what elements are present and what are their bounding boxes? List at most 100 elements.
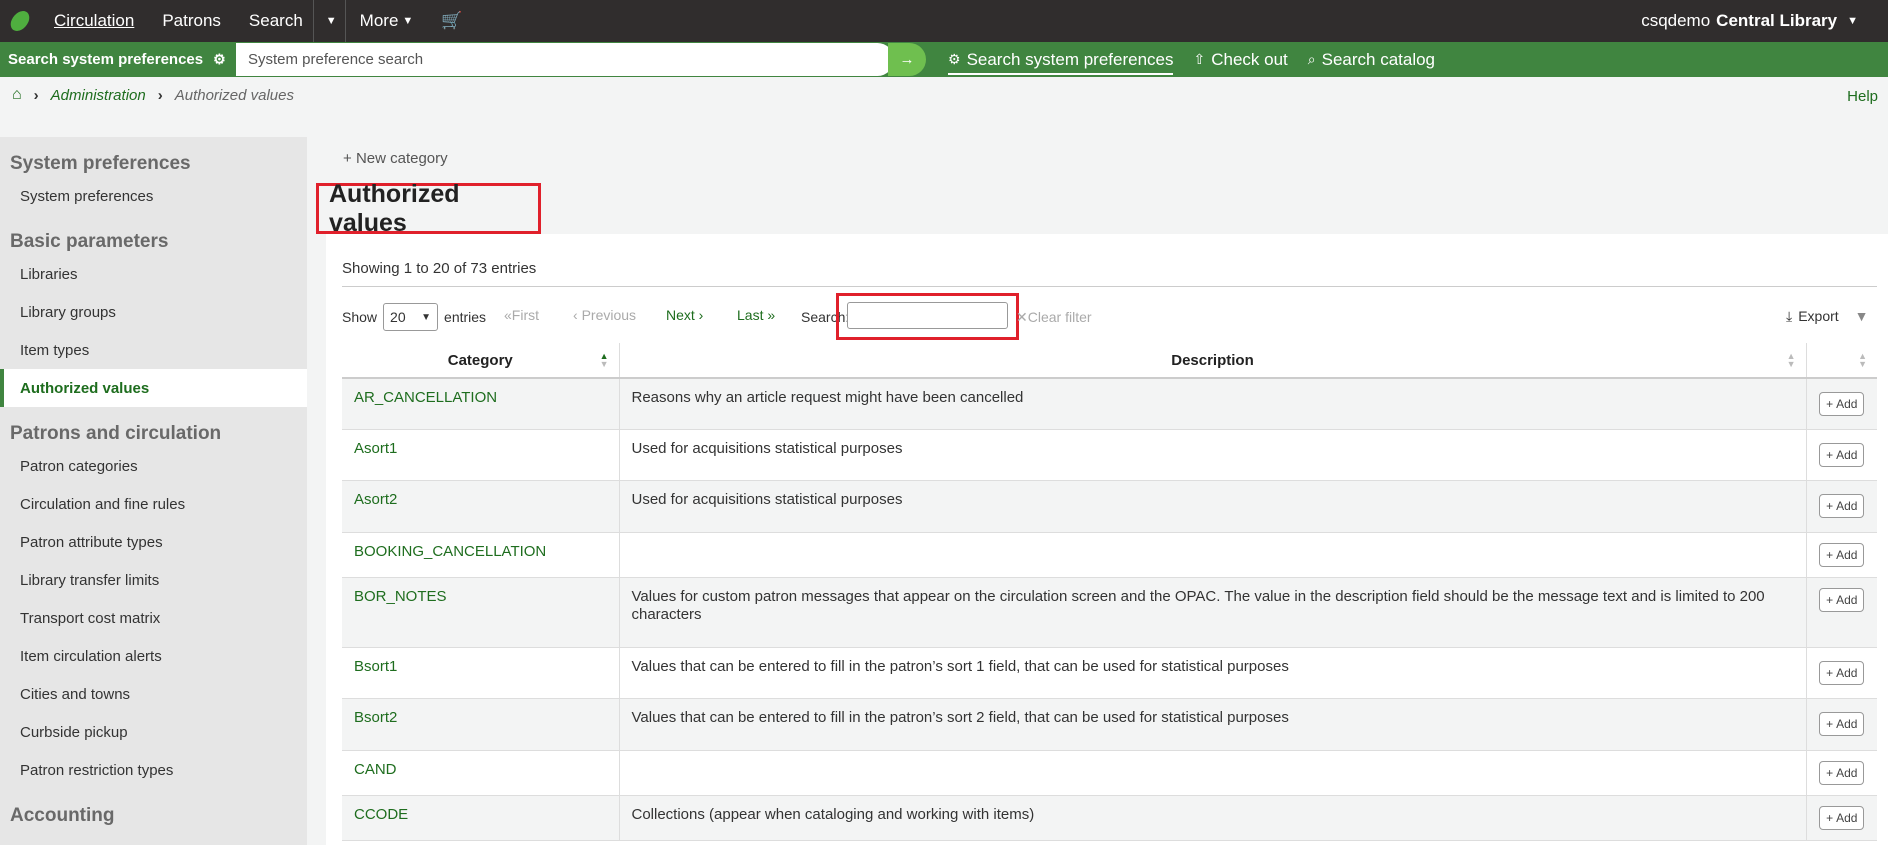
category-link[interactable]: CAND: [342, 750, 619, 796]
add-label: Add: [1836, 447, 1858, 462]
chevron-right-icon: ›: [694, 307, 704, 323]
help-link[interactable]: Help: [1847, 88, 1878, 105]
tab-check-out[interactable]: ⇧ Check out: [1193, 42, 1287, 77]
add-button[interactable]: + Add: [1819, 391, 1865, 416]
home-icon[interactable]: ⌂: [12, 86, 22, 104]
column-header-actions[interactable]: ▲ ▼: [1805, 343, 1877, 379]
admin-sidebar: System preferences System preferences Ba…: [0, 137, 307, 845]
table-row: BOR_NOTES Values for custom patron messa…: [342, 577, 1877, 648]
header-search-bar: Search system preferences ⚙ System prefe…: [0, 42, 1888, 77]
page-size-select[interactable]: 20 ▼: [383, 303, 439, 331]
plus-icon: +: [1826, 717, 1834, 731]
add-button[interactable]: + Add: [1819, 712, 1865, 736]
add-button[interactable]: + Add: [1819, 542, 1865, 567]
nav-circulation[interactable]: Circulation: [40, 0, 148, 42]
search-dropdown-button[interactable]: ▼: [314, 0, 345, 42]
sidebar-item-curbside-pickup[interactable]: Curbside pickup: [0, 713, 307, 751]
sidebar-item-patron-attribute-types[interactable]: Patron attribute types: [0, 523, 307, 561]
sidebar-item-library-groups[interactable]: Library groups: [0, 293, 307, 331]
gears-icon: ⚙: [213, 51, 226, 67]
tab-label: Search catalog: [1321, 49, 1436, 69]
category-link[interactable]: CCODE: [342, 795, 619, 841]
double-chevron-right-icon: »: [763, 307, 776, 323]
add-label: Add: [1836, 396, 1858, 411]
actions-cell: + Add: [1805, 795, 1877, 841]
pager-last[interactable]: Last »: [737, 307, 775, 323]
tab-label: Check out: [1211, 49, 1288, 69]
plus-icon: +: [1826, 592, 1834, 607]
table-row: AR_CANCELLATION Reasons why an article r…: [342, 378, 1877, 430]
page-title: Authorized values: [329, 179, 460, 237]
sidebar-item-libraries[interactable]: Libraries: [0, 255, 307, 293]
caret-down-icon: ▼: [325, 15, 337, 27]
actions-cell: + Add: [1805, 647, 1877, 699]
add-label: Add: [1836, 717, 1858, 731]
cart-icon[interactable]: 🛒: [427, 0, 476, 42]
sidebar-heading: Accounting: [10, 805, 115, 826]
add-button[interactable]: + Add: [1819, 494, 1865, 518]
add-label: Add: [1836, 810, 1858, 825]
user-menu[interactable]: csqdemo Central Library ▼: [1641, 11, 1888, 31]
add-button[interactable]: + Add: [1819, 760, 1865, 785]
column-header-description[interactable]: Description ▲ ▼: [618, 343, 1806, 379]
category-link[interactable]: BOOKING_CANCELLATION: [342, 532, 619, 578]
sidebar-item-item-types[interactable]: Item types: [0, 331, 307, 369]
add-label: Add: [1836, 765, 1858, 780]
category-link[interactable]: BOR_NOTES: [342, 577, 619, 648]
sidebar-item-patron-restriction-types[interactable]: Patron restriction types: [0, 751, 307, 789]
nav-patrons[interactable]: Patrons: [148, 0, 235, 42]
breadcrumb-current: Authorized values: [174, 86, 294, 104]
syspref-search-input[interactable]: System preference search: [236, 43, 894, 76]
add-button[interactable]: + Add: [1819, 442, 1865, 467]
submit-search-arrow-icon[interactable]: →: [888, 43, 926, 76]
download-icon: ⤓: [1786, 308, 1793, 324]
plus-icon: +: [1826, 547, 1834, 562]
category-link[interactable]: Asort1: [342, 429, 619, 481]
sidebar-item-cities-towns[interactable]: Cities and towns: [0, 675, 307, 713]
show-label: Show: [342, 309, 378, 325]
sidebar-item-authorized-values[interactable]: Authorized values: [0, 369, 307, 407]
new-category-button[interactable]: + New category: [343, 150, 448, 167]
pager-previous[interactable]: ‹ Previous: [573, 307, 636, 323]
pager-next[interactable]: Next ›: [666, 307, 703, 323]
actions-cell: + Add: [1805, 429, 1877, 481]
description-cell: Values for custom patron messages that a…: [618, 577, 1806, 648]
tab-search-catalog[interactable]: ⌕ Search catalog: [1308, 42, 1435, 77]
category-link[interactable]: Bsort2: [342, 698, 619, 751]
koha-logo-icon[interactable]: [0, 0, 40, 42]
add-button[interactable]: + Add: [1819, 660, 1865, 685]
chevron-right-icon: ›: [33, 86, 39, 104]
category-link[interactable]: AR_CANCELLATION: [342, 378, 619, 430]
page-size-value: 20: [390, 309, 406, 325]
actions-cell: + Add: [1805, 480, 1877, 533]
sidebar-item-system-preferences[interactable]: System preferences: [0, 177, 307, 215]
pager-first[interactable]: «First: [504, 307, 539, 323]
sort-asc-icon: ▲ ▼: [599, 351, 609, 369]
add-button[interactable]: + Add: [1819, 805, 1865, 830]
search-type-label[interactable]: Search system preferences ⚙: [0, 51, 236, 68]
double-chevron-left-icon: «: [504, 307, 512, 323]
sidebar-item-transport-cost-matrix[interactable]: Transport cost matrix: [0, 599, 307, 637]
pager-last-label: Last: [737, 307, 764, 323]
actions-cell: + Add: [1805, 750, 1877, 796]
nav-more[interactable]: More ▼: [346, 0, 428, 42]
breadcrumb-administration[interactable]: Administration: [51, 87, 146, 104]
column-header-category[interactable]: Category ▲ ▼: [342, 343, 619, 379]
sidebar-item-circulation-fine-rules[interactable]: Circulation and fine rules: [0, 485, 307, 523]
plus-icon: +: [1826, 665, 1834, 680]
export-button[interactable]: ⤓ Export ▼: [1786, 308, 1869, 325]
sidebar-item-item-circulation-alerts[interactable]: Item circulation alerts: [0, 637, 307, 675]
plus-icon: +: [1826, 765, 1834, 780]
clear-filter-button[interactable]: ✕Clear filter: [1016, 309, 1092, 326]
sidebar-item-library-transfer-limits[interactable]: Library transfer limits: [0, 561, 307, 599]
category-link[interactable]: Bsort1: [342, 647, 619, 699]
table-search-input[interactable]: [847, 302, 1008, 329]
nav-search[interactable]: Search: [235, 0, 313, 42]
tab-search-system-preferences[interactable]: ⚙ Search system preferences: [948, 45, 1174, 75]
add-button[interactable]: + Add: [1819, 587, 1865, 612]
sidebar-item-patron-categories[interactable]: Patron categories: [0, 447, 307, 485]
table-row: Asort1 Used for acquisitions statistical…: [342, 429, 1877, 481]
table-info: Showing 1 to 20 of 73 entries: [342, 260, 537, 277]
add-label: Add: [1836, 499, 1858, 513]
category-link[interactable]: Asort2: [342, 480, 619, 533]
